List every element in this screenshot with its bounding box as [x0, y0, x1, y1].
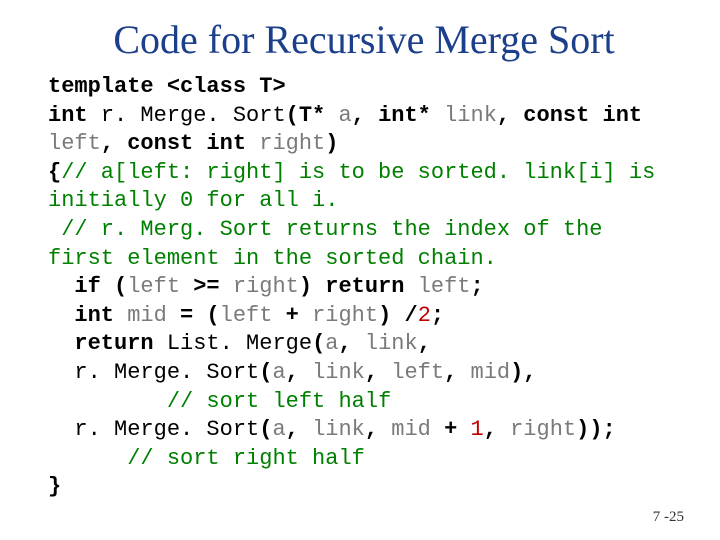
code-text: ( [259, 360, 272, 385]
code-text: ) [325, 131, 338, 156]
code-text: link [444, 103, 497, 128]
code-text: a [325, 331, 338, 356]
code-text: , [338, 331, 364, 356]
code-text: , int* [352, 103, 444, 128]
code-text: left [220, 303, 273, 328]
code-text: , [418, 331, 431, 356]
code-text: ; [471, 274, 484, 299]
code-text: link [312, 360, 365, 385]
code-text: ( [259, 417, 272, 442]
code-text: r. Merge. Sort [74, 360, 259, 385]
code-comment: // r. Merg. Sort returns the index of th… [48, 217, 616, 271]
code-text: int [48, 303, 127, 328]
code-text: ) return [299, 274, 418, 299]
code-comment: // sort left half [48, 389, 391, 414]
code-text: , [444, 360, 470, 385]
code-text: a [272, 417, 285, 442]
code-text: a [338, 103, 351, 128]
code-text: } [48, 474, 61, 499]
code-text: mid [127, 303, 167, 328]
code-text: (T* [286, 103, 339, 128]
code-text: ) / [378, 303, 418, 328]
code-text: if ( [48, 274, 127, 299]
code-text: , [365, 360, 391, 385]
code-text: , [484, 417, 510, 442]
slide-title: Code for Recursive Merge Sort [48, 16, 680, 63]
code-text: right [233, 274, 299, 299]
code-text: template [48, 74, 167, 99]
code-text: + [272, 303, 312, 328]
code-text: right [510, 417, 576, 442]
code-text: , [286, 417, 312, 442]
code-text: , [365, 417, 391, 442]
code-text: right [259, 131, 325, 156]
slide: Code for Recursive Merge Sort template <… [0, 0, 720, 540]
code-text: return [48, 331, 167, 356]
code-block: template <class T> int r. Merge. Sort(T*… [48, 73, 680, 502]
code-text: ), [510, 360, 536, 385]
code-text: r. Merge. Sort [74, 417, 259, 442]
code-text: , const int [101, 131, 259, 156]
code-text: r. Merge. Sort [101, 103, 286, 128]
code-text: <class T> [167, 74, 286, 99]
code-text [48, 360, 74, 385]
code-text: List. Merge [167, 331, 312, 356]
code-text: link [365, 331, 418, 356]
page-number: 7 -25 [653, 509, 684, 526]
code-text: link [312, 417, 365, 442]
code-text: 1 [471, 417, 484, 442]
code-text: , const int [497, 103, 655, 128]
code-text: )); [576, 417, 616, 442]
code-text: left [391, 360, 444, 385]
code-text: mid [471, 360, 511, 385]
code-text: mid [391, 417, 431, 442]
code-text [48, 417, 74, 442]
code-text: { [48, 160, 61, 185]
code-text: 2 [418, 303, 431, 328]
code-text: left [48, 131, 101, 156]
code-text: int [48, 103, 101, 128]
code-text: + [431, 417, 471, 442]
code-text: right [312, 303, 378, 328]
code-text: a [272, 360, 285, 385]
code-text: = ( [167, 303, 220, 328]
code-comment: // a[left: right] is to be sorted. link[… [48, 160, 669, 214]
code-text: >= [180, 274, 233, 299]
code-text: , [286, 360, 312, 385]
code-comment: // sort right half [48, 446, 365, 471]
code-text: left [418, 274, 471, 299]
code-text: ( [312, 331, 325, 356]
code-text: left [127, 274, 180, 299]
code-text: ; [431, 303, 444, 328]
